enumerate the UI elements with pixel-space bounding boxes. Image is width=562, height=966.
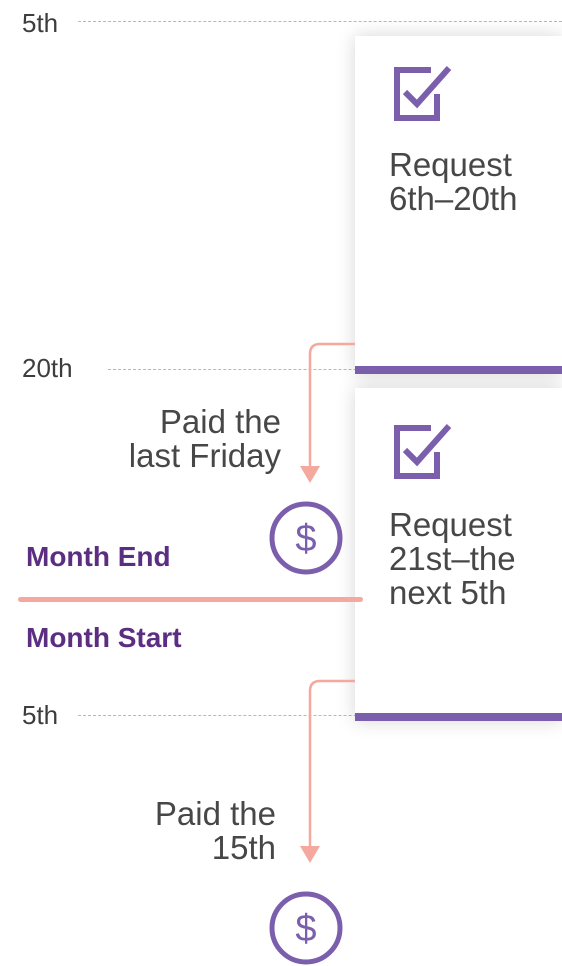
month-end-label: Month End [26,541,171,572]
svg-text:$: $ [295,518,316,560]
dollar-icon: $ [269,891,343,965]
payment-line1: Paid the [159,403,281,440]
svg-text:$: $ [295,908,316,950]
payment-line1: Paid the [154,795,276,832]
payment-line2: last Friday [128,437,281,474]
arrow-to-payment-2 [300,679,355,863]
month-divider [18,597,363,602]
month-start-label: Month Start [26,622,182,653]
payment-text-last-friday: Paid the last Friday [129,405,281,473]
dollar-icon: $ [269,501,343,575]
payment-text-15th: Paid the 15th [155,797,276,865]
arrow-to-payment-1 [300,342,355,483]
payment-line2: 15th [211,829,276,866]
connector-arrows [300,342,355,863]
